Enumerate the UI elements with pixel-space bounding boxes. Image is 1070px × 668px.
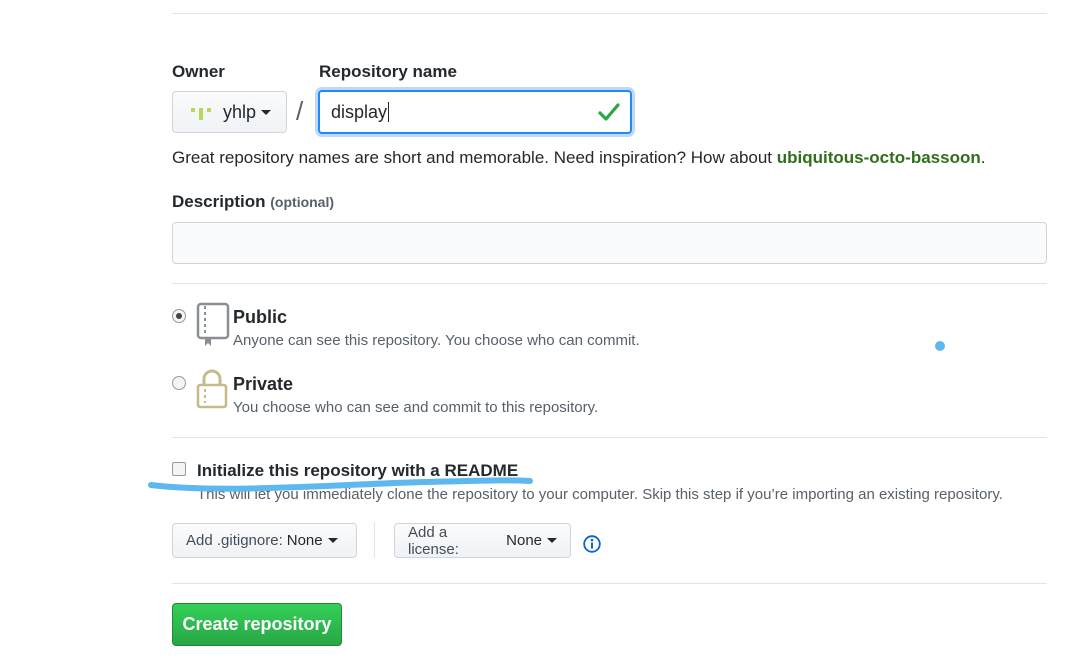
- check-icon: [598, 103, 620, 121]
- description-label-text: Description: [172, 192, 266, 211]
- chevron-down-icon: [327, 538, 338, 543]
- divider: [172, 583, 1047, 584]
- public-title: Public: [233, 307, 288, 327]
- owner-repo-separator: /: [296, 96, 304, 126]
- license-key: Add a license:: [408, 523, 459, 558]
- top-divider: [172, 13, 1047, 14]
- text-cursor: [388, 102, 390, 122]
- private-title: Private: [233, 374, 294, 394]
- name-suggestion-link[interactable]: ubiquitous-octo-bassoon: [777, 148, 981, 167]
- repo-name-hint: Great repository names are short and mem…: [172, 148, 985, 168]
- optional-tag: (optional): [270, 194, 335, 210]
- repo-icon: [196, 302, 230, 346]
- gitignore-key: Add .gitignore:: [186, 532, 283, 549]
- description-label: Description (optional): [172, 192, 334, 212]
- repo-name-value: display: [331, 101, 388, 122]
- owner-select-button[interactable]: yhlp: [172, 91, 287, 133]
- private-description: You choose who can see and commit to thi…: [233, 399, 599, 416]
- repo-name-input[interactable]: display: [318, 90, 632, 134]
- repo-name-label: Repository name: [319, 62, 457, 81]
- chevron-down-icon: [261, 109, 272, 115]
- divider: [172, 283, 1047, 284]
- create-repository-button[interactable]: Create repository: [172, 603, 342, 646]
- selector-separator: [374, 522, 375, 558]
- divider: [172, 437, 1047, 438]
- hint-text: Great repository names are short and mem…: [172, 148, 777, 167]
- owner-label: Owner: [172, 62, 225, 81]
- info-icon[interactable]: [583, 535, 601, 553]
- license-value: None: [506, 532, 542, 549]
- license-select[interactable]: Add a license: None: [394, 523, 571, 558]
- highlight-dot: [935, 341, 945, 351]
- gitignore-select[interactable]: Add .gitignore: None: [172, 523, 357, 558]
- chevron-down-icon: [547, 538, 557, 543]
- private-radio[interactable]: [172, 376, 186, 390]
- hint-suffix: .: [980, 148, 986, 167]
- gitignore-value: None: [286, 532, 323, 549]
- highlight-underline: [148, 477, 533, 492]
- public-description: Anyone can see this repository. You choo…: [233, 332, 640, 349]
- description-input[interactable]: [172, 222, 1047, 264]
- owner-name: yhlp: [223, 101, 257, 122]
- lock-icon: [196, 369, 228, 409]
- public-radio[interactable]: [172, 309, 186, 323]
- owner-avatar: [189, 100, 213, 124]
